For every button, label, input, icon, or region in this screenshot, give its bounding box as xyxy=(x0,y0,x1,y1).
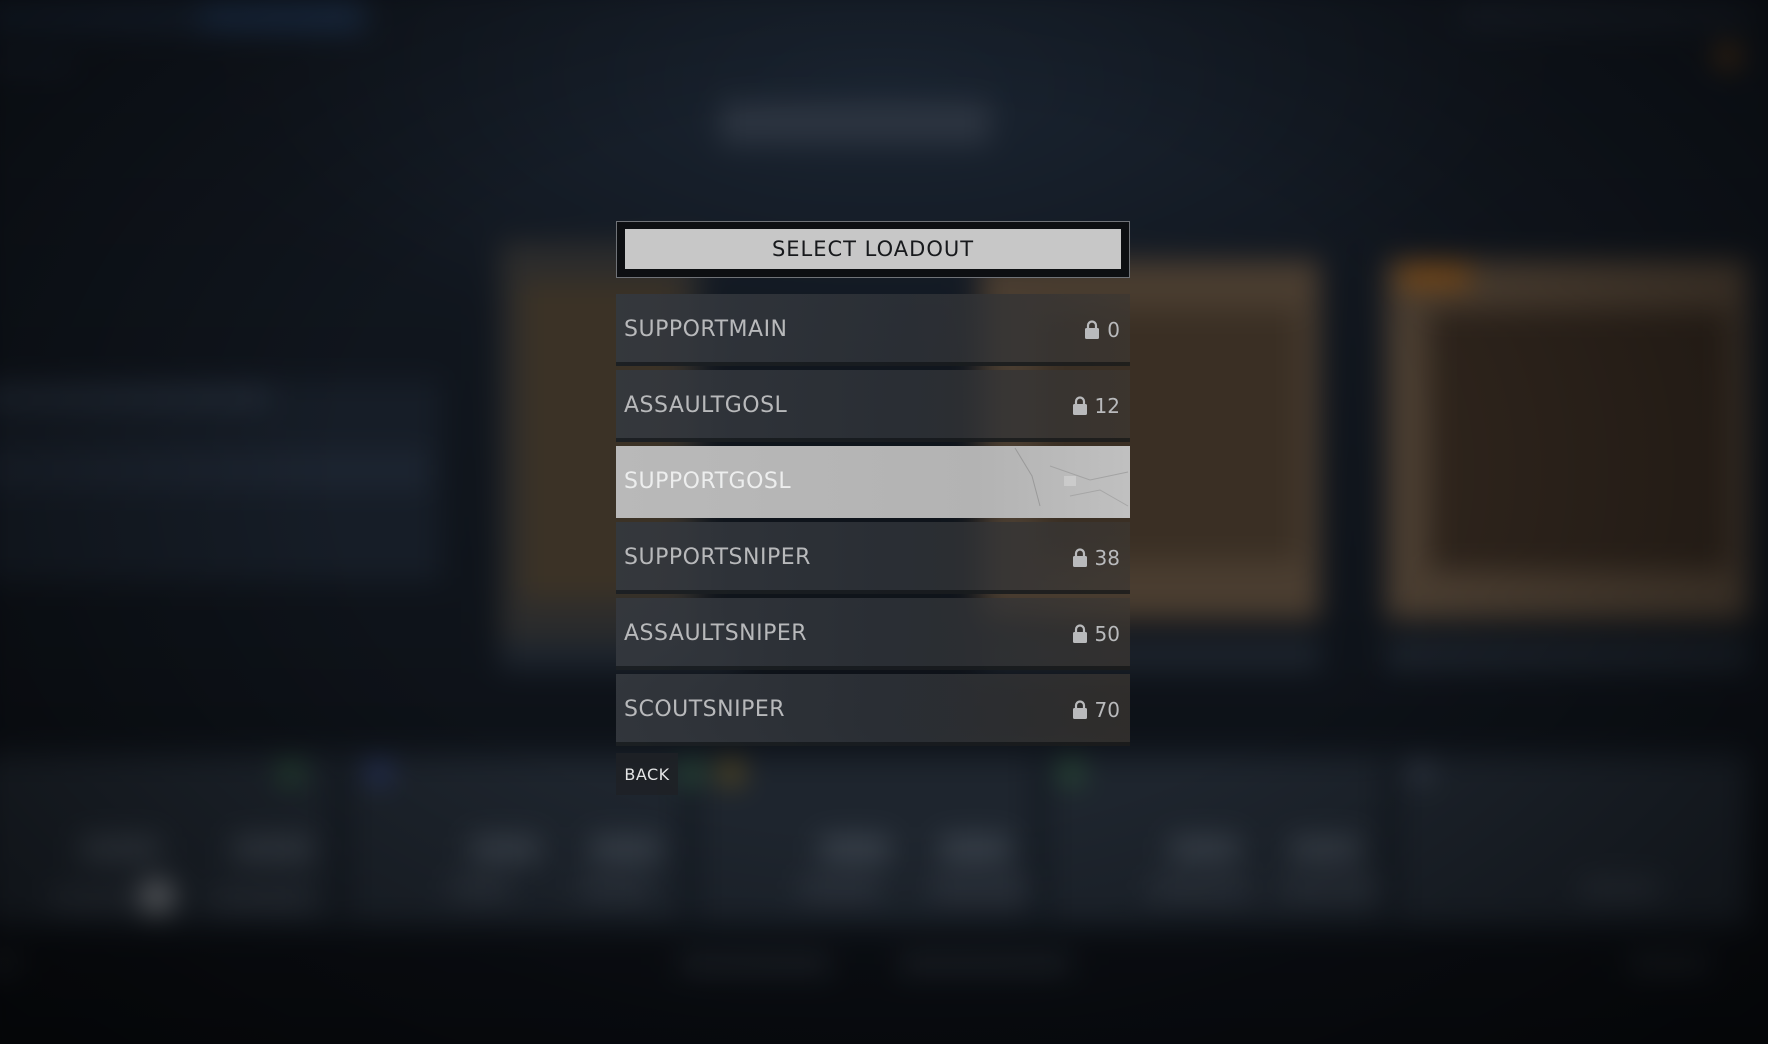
loadout-list: SUPPORTMAIN 0 ASSAULTGOSL 12 SUPPORTGOSL… xyxy=(616,294,1130,746)
unlock-level: 0 xyxy=(1107,318,1120,342)
loadout-name: SUPPORTSNIPER xyxy=(624,545,811,570)
lock-icon xyxy=(1072,700,1087,719)
game-screen: SELECT LOADOUT SUPPORTMAIN 0 ASSAULTGOSL xyxy=(0,0,1768,1044)
dialog-header-bar: SELECT LOADOUT xyxy=(625,229,1121,269)
loadout-item-scoutsniper[interactable]: SCOUTSNIPER 70 xyxy=(616,674,1130,746)
loadout-name: SCOUTSNIPER xyxy=(624,697,786,722)
lock-icon xyxy=(1072,624,1087,643)
dialog-header: SELECT LOADOUT xyxy=(616,221,1130,278)
loadout-item-supportgosl[interactable]: SUPPORTGOSL xyxy=(616,446,1130,518)
lock-icon xyxy=(1085,320,1100,339)
unlock-level: 70 xyxy=(1094,698,1120,722)
lock-icon xyxy=(1072,396,1087,415)
loadout-name: ASSAULTSNIPER xyxy=(624,621,808,646)
unlock-level: 50 xyxy=(1094,622,1120,646)
unlock-requirement: 70 xyxy=(1072,674,1120,746)
unlock-level: 12 xyxy=(1094,394,1120,418)
loadout-name: SUPPORTGOSL xyxy=(624,469,792,494)
unlock-requirement: 38 xyxy=(1072,522,1120,594)
back-button[interactable]: BACK xyxy=(616,753,678,795)
unlock-level: 38 xyxy=(1094,546,1120,570)
unlock-requirement: 50 xyxy=(1072,598,1120,670)
loadout-name: ASSAULTGOSL xyxy=(624,393,788,418)
lock-icon xyxy=(1072,548,1087,567)
unlock-requirement: 12 xyxy=(1072,370,1120,442)
loadout-item-supportmain[interactable]: SUPPORTMAIN 0 xyxy=(616,294,1130,366)
loadout-item-supportsniper[interactable]: SUPPORTSNIPER 38 xyxy=(616,522,1130,594)
loadout-item-assaultgosl[interactable]: ASSAULTGOSL 12 xyxy=(616,370,1130,442)
loadout-item-assaultsniper[interactable]: ASSAULTSNIPER 50 xyxy=(616,598,1130,670)
dialog-title: SELECT LOADOUT xyxy=(771,237,975,261)
select-loadout-dialog: SELECT LOADOUT SUPPORTMAIN 0 ASSAULTGOSL xyxy=(616,221,1130,795)
loadout-name: SUPPORTMAIN xyxy=(624,317,788,342)
unlock-requirement: 0 xyxy=(1084,294,1120,366)
selection-texture xyxy=(1014,447,1129,507)
